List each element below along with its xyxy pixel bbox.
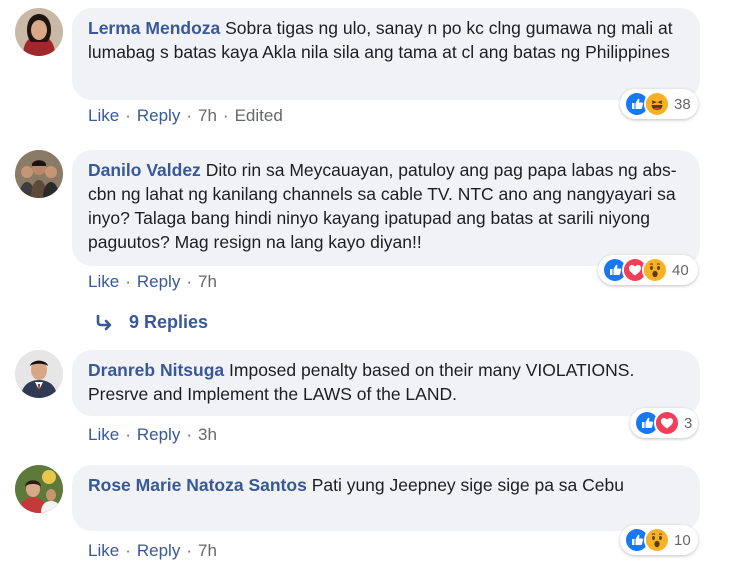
comment-author[interactable]: Lerma Mendoza (88, 18, 220, 38)
avatar[interactable] (15, 350, 63, 398)
comment-bubble: Lerma Mendoza Sobra tigas ng ulo, sanay … (72, 8, 700, 100)
comment-author[interactable]: Rose Marie Natoza Santos (88, 475, 307, 495)
separator: · (186, 106, 192, 125)
reply-button[interactable]: Reply (137, 425, 180, 445)
edited-label[interactable]: Edited (235, 106, 283, 126)
reaction-summary[interactable]: 40 (598, 255, 698, 285)
comment-bubble: Dranreb Nitsuga Imposed penalty based on… (72, 350, 700, 416)
separator: · (125, 272, 131, 291)
reaction-count: 3 (684, 414, 693, 432)
like-button[interactable]: Like (88, 106, 119, 126)
comment-bubble: Danilo Valdez Dito rin sa Meycauayan, pa… (72, 150, 700, 266)
separator: · (222, 106, 229, 125)
like-button[interactable]: Like (88, 541, 119, 561)
comment-bubble: Rose Marie Natoza Santos Pati yung Jeepn… (72, 465, 700, 531)
avatar[interactable] (15, 465, 63, 513)
separator: · (186, 541, 192, 560)
reply-button[interactable]: Reply (137, 541, 180, 561)
like-button[interactable]: Like (88, 425, 119, 445)
love-icon (654, 410, 680, 436)
view-replies-link[interactable]: 9 Replies (95, 312, 208, 333)
reaction-count: 38 (674, 95, 691, 113)
comment-actions: Like · Reply · 3h (88, 425, 217, 445)
comment-actions: Like · Reply · 7h (88, 541, 217, 561)
avatar[interactable] (15, 8, 63, 56)
like-button[interactable]: Like (88, 272, 119, 292)
separator: · (186, 272, 192, 291)
haha-icon (644, 91, 670, 117)
separator: · (125, 541, 131, 560)
reaction-summary[interactable]: 3 (630, 408, 698, 438)
reaction-count: 10 (674, 531, 691, 549)
reply-button[interactable]: Reply (137, 272, 180, 292)
separator: · (186, 425, 192, 444)
comment-actions: Like · Reply · 7h (88, 272, 217, 292)
reaction-summary[interactable]: 10 (620, 525, 698, 555)
timestamp[interactable]: 7h (198, 541, 217, 561)
avatar[interactable] (15, 150, 63, 198)
reply-arrow-icon (96, 314, 112, 330)
timestamp[interactable]: 7h (198, 106, 217, 126)
comment-author[interactable]: Danilo Valdez (88, 160, 201, 180)
reply-button[interactable]: Reply (137, 106, 180, 126)
separator: · (125, 425, 131, 444)
comment-actions: Like · Reply · 7h · Edited (88, 106, 283, 126)
timestamp[interactable]: 7h (198, 272, 217, 292)
timestamp[interactable]: 3h (198, 425, 217, 445)
comment-text: Pati yung Jeepney sige sige pa sa Cebu (311, 475, 624, 495)
wow-icon (644, 527, 670, 553)
separator: · (125, 106, 131, 125)
replies-count-label[interactable]: 9 Replies (129, 312, 208, 333)
wow-icon (642, 257, 668, 283)
reaction-summary[interactable]: 38 (620, 89, 698, 119)
comment-author[interactable]: Dranreb Nitsuga (88, 360, 224, 380)
reaction-count: 40 (672, 261, 689, 279)
